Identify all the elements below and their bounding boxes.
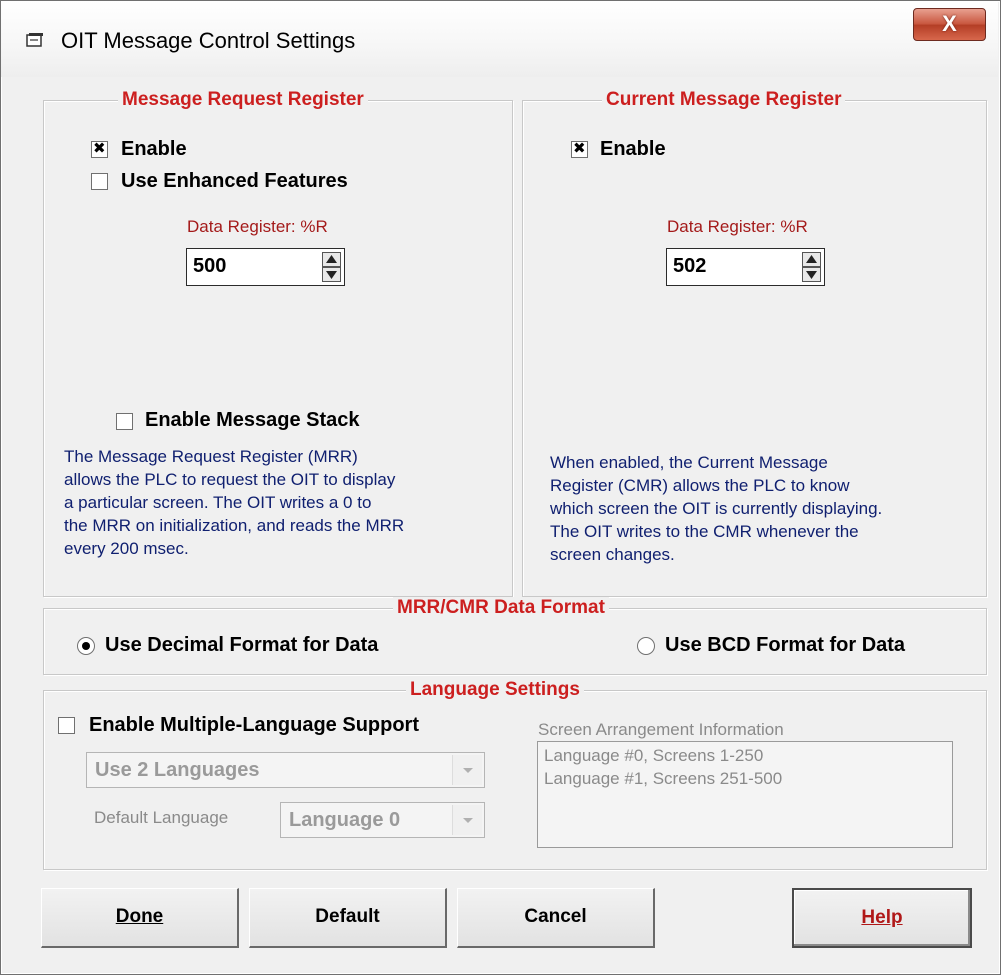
- enhanced-features-label[interactable]: Use Enhanced Features: [121, 170, 348, 193]
- list-item: Language #1, Screens 251-500: [544, 769, 783, 788]
- done-button[interactable]: Done: [41, 888, 239, 948]
- cmr-desc-line: which screen the OIT is currently displa…: [550, 499, 883, 518]
- app-icon: [26, 33, 43, 47]
- cmr-data-register-spinner[interactable]: 502: [666, 248, 825, 286]
- data-format-legend: MRR/CMR Data Format: [393, 597, 609, 619]
- help-button[interactable]: Help: [792, 888, 972, 948]
- chevron-down-icon[interactable]: [452, 805, 482, 835]
- cmr-enable-label[interactable]: Enable: [600, 138, 666, 161]
- cmr-enable-checkbox[interactable]: [571, 139, 588, 158]
- mrr-legend: Message Request Register: [118, 89, 368, 111]
- language-count-value: Use 2 Languages: [95, 759, 260, 781]
- multi-language-label[interactable]: Enable Multiple-Language Support: [89, 714, 419, 737]
- cancel-button[interactable]: Cancel: [457, 888, 655, 948]
- default-button-label: Default: [315, 906, 380, 927]
- decimal-format-radio[interactable]: [77, 637, 95, 655]
- cmr-desc-line: When enabled, the Current Message: [550, 453, 828, 472]
- mrr-desc-line: the MRR on initialization, and reads the…: [64, 516, 405, 535]
- message-stack-checkbox[interactable]: [116, 413, 133, 430]
- close-button[interactable]: X: [913, 8, 986, 41]
- mrr-desc-line: a particular screen. The OIT writes a 0 …: [64, 493, 372, 512]
- language-count-select[interactable]: Use 2 Languages: [86, 752, 485, 788]
- window-title: OIT Message Control Settings: [61, 28, 356, 53]
- mrr-desc-line: every 200 msec.: [64, 539, 189, 558]
- mrr-desc-line: allows the PLC to request the OIT to dis…: [64, 470, 396, 489]
- cmr-data-register-label: Data Register: %R: [667, 217, 808, 236]
- done-button-label: Done: [115, 906, 164, 927]
- bcd-format-label[interactable]: Use BCD Format for Data: [665, 634, 905, 657]
- default-language-value: Language 0: [289, 809, 401, 831]
- spinner-arrows-icon[interactable]: [802, 252, 821, 282]
- list-item: Language #0, Screens 1-250: [544, 746, 764, 765]
- enhanced-features-checkbox[interactable]: [91, 173, 108, 190]
- language-legend: Language Settings: [406, 679, 584, 701]
- cmr-data-register-value: 502: [673, 255, 707, 277]
- cmr-desc-line: The OIT writes to the CMR whenever the: [550, 522, 859, 541]
- cmr-desc-line: screen changes.: [550, 545, 675, 564]
- mrr-data-register-spinner[interactable]: 500: [186, 248, 345, 286]
- screen-arrangement-label: Screen Arrangement Information: [538, 720, 784, 739]
- cancel-button-label: Cancel: [524, 906, 587, 927]
- cmr-desc-line: Register (CMR) allows the PLC to know: [550, 476, 850, 495]
- default-button[interactable]: Default: [249, 888, 447, 948]
- help-button-label: Help: [861, 907, 903, 928]
- close-icon: X: [942, 11, 957, 36]
- mrr-data-register-label: Data Register: %R: [187, 217, 328, 236]
- cmr-description: When enabled, the Current Message Regist…: [550, 451, 882, 566]
- message-stack-label[interactable]: Enable Message Stack: [145, 409, 360, 432]
- mrr-data-register-value: 500: [193, 255, 227, 277]
- screen-arrangement-list: Language #0, Screens 1-250 Language #1, …: [537, 741, 953, 848]
- default-language-select[interactable]: Language 0: [280, 802, 485, 838]
- multi-language-checkbox[interactable]: [58, 717, 75, 734]
- mrr-desc-line: The Message Request Register (MRR): [64, 447, 358, 466]
- default-language-label: Default Language: [94, 808, 229, 827]
- spinner-arrows-icon[interactable]: [322, 252, 341, 282]
- mrr-description: The Message Request Register (MRR) allow…: [64, 445, 404, 560]
- chevron-down-icon[interactable]: [452, 755, 482, 785]
- decimal-format-label[interactable]: Use Decimal Format for Data: [105, 634, 378, 657]
- mrr-enable-label[interactable]: Enable: [121, 138, 187, 161]
- mrr-enable-checkbox[interactable]: [91, 139, 108, 158]
- cmr-legend: Current Message Register: [602, 89, 846, 111]
- bcd-format-radio[interactable]: [637, 637, 655, 655]
- title-bar: OIT Message Control Settings X: [1, 1, 998, 77]
